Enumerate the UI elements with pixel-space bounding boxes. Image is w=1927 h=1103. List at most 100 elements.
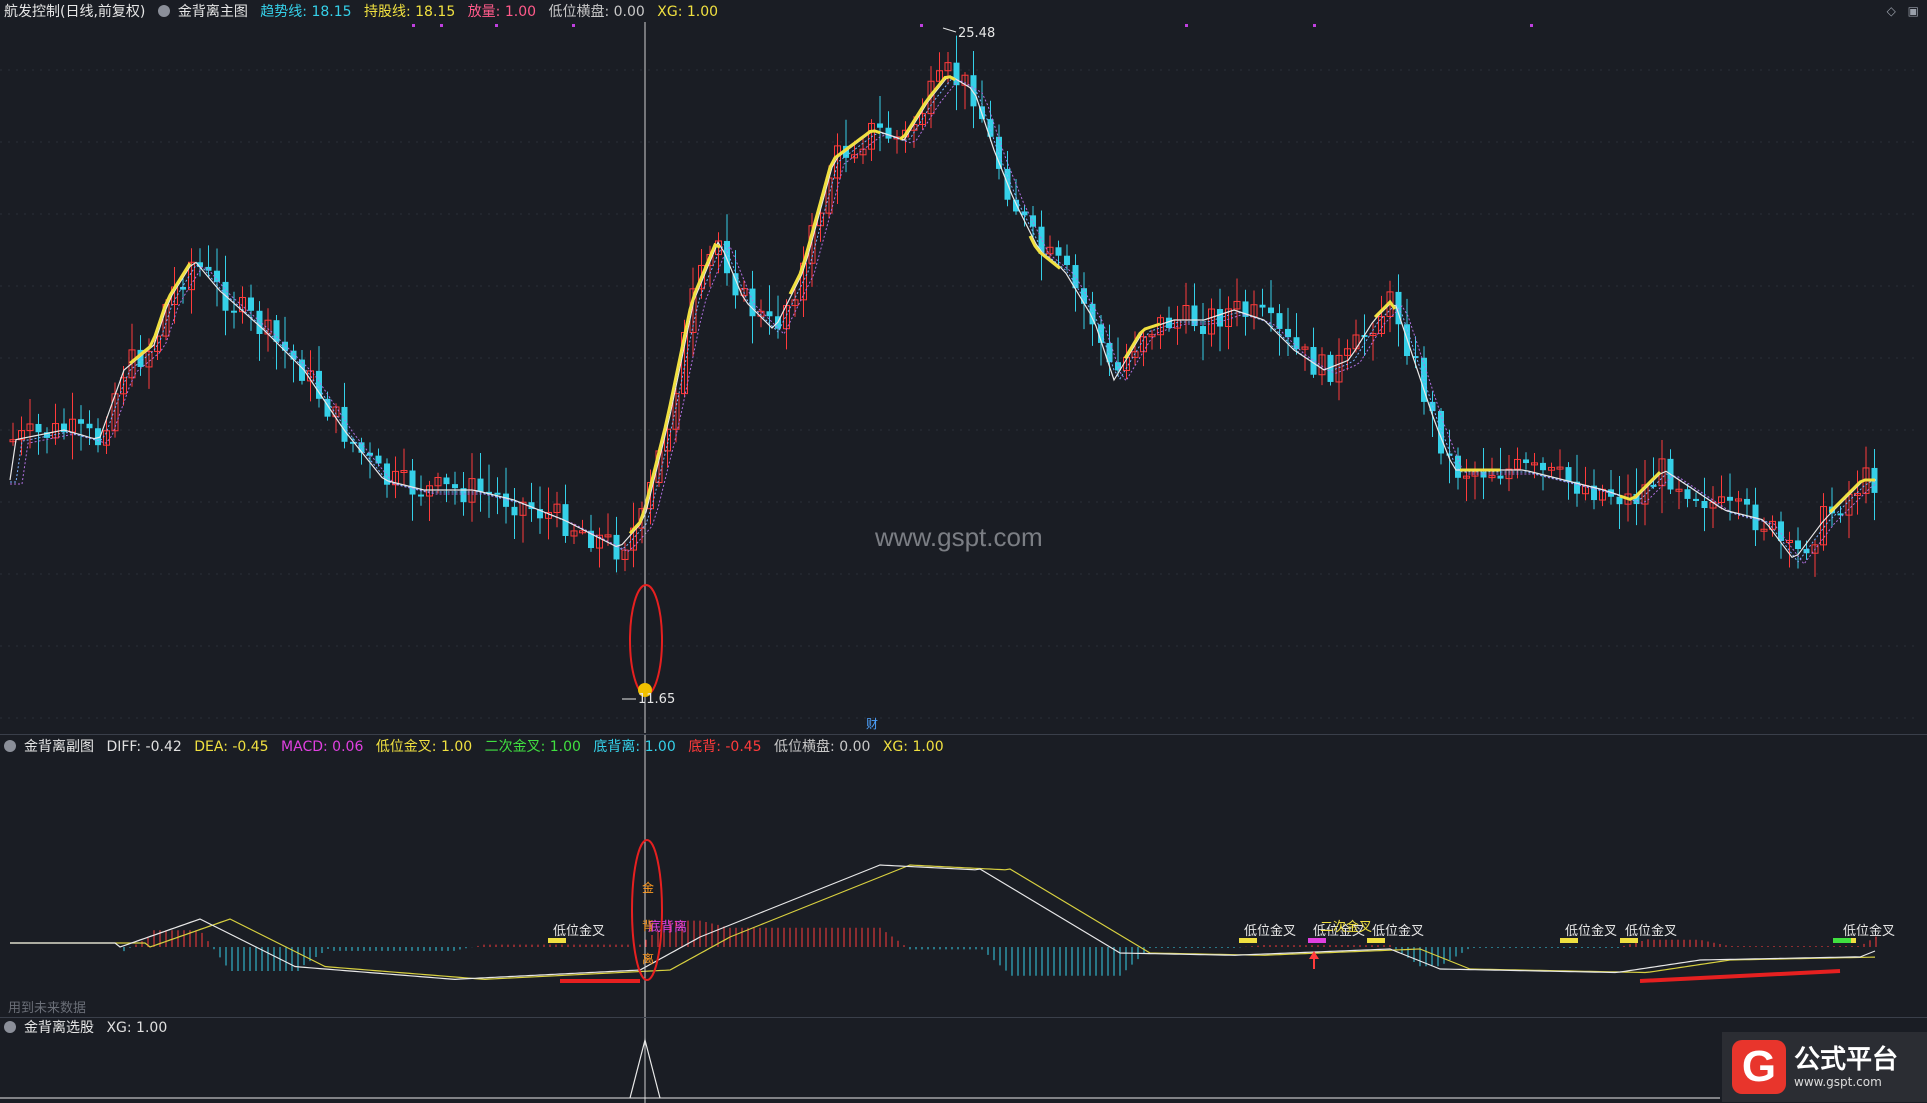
candle-body-down xyxy=(1540,462,1546,471)
signal-char: 金 xyxy=(642,880,654,895)
logo-name: 公式平台 xyxy=(1794,1045,1899,1075)
signal-char: 离 xyxy=(642,951,654,966)
diff-line xyxy=(10,864,1876,981)
candle-body-down xyxy=(749,288,756,317)
candle-body-down xyxy=(1684,489,1691,499)
candle-body-down xyxy=(511,506,518,516)
candle-body-down xyxy=(1480,471,1487,478)
candle-body-down xyxy=(409,470,416,495)
divergence-segment xyxy=(1639,969,1841,983)
candle-body-down xyxy=(180,286,186,290)
gspt-logo: G 公式平台 www.gspt.com xyxy=(1722,1032,1927,1102)
candle-body-down xyxy=(248,297,254,311)
second-cross-label: 二次金叉 xyxy=(1320,919,1372,935)
candle-body-down xyxy=(970,75,977,107)
candle-body-down xyxy=(1650,484,1657,487)
volume-marker xyxy=(920,24,923,27)
cross-label: 低位金叉 xyxy=(1372,923,1424,939)
candle-body-down xyxy=(1276,313,1283,329)
candle-body-down xyxy=(885,127,892,139)
finance-badge[interactable]: 财 xyxy=(866,715,878,732)
candle-body-down xyxy=(1523,459,1529,464)
sub-field: 低位金叉: 1.00 xyxy=(375,739,473,755)
main-indicator-name[interactable]: 金背离主图 xyxy=(178,4,248,20)
volume-marker xyxy=(440,24,443,27)
sub-header: 金背离副图 DIFF: -0.42 DEA: -0.45 MACD: 0.06 … xyxy=(4,737,952,757)
candle-body-down xyxy=(1064,255,1070,266)
stock-pick-pane[interactable]: 金背离选股 XG: 1.00 xyxy=(0,1017,1927,1103)
candle-body-down xyxy=(1030,215,1036,227)
sub-field: 二次金叉: 1.00 xyxy=(484,739,581,755)
cross-label: 低位金叉 xyxy=(1843,923,1895,939)
candle-body-down xyxy=(1803,549,1810,554)
candle-body-down xyxy=(1268,307,1274,314)
candle-body-down xyxy=(367,452,373,456)
low-price-label: 11.65 xyxy=(638,692,675,707)
cross-label: 低位金叉 xyxy=(1625,923,1677,939)
volume-marker xyxy=(1530,24,1533,27)
high-price-pointer xyxy=(942,27,957,33)
diamond-icon[interactable]: ◇ xyxy=(1887,4,1896,18)
sub-indicator-name[interactable]: 金背离副图 xyxy=(24,739,94,755)
candle-body-down xyxy=(477,478,484,492)
logo-url: www.gspt.com xyxy=(1794,1075,1882,1089)
candle-body-down xyxy=(1693,498,1699,501)
candle-body-down xyxy=(452,484,458,489)
watermark: www.gspt.com xyxy=(875,522,1043,552)
candle-body-down xyxy=(443,477,450,485)
pick-field: XG: 1.00 xyxy=(106,1020,168,1036)
main-chart-pane[interactable]: 25.48 11.65 航发控制(日线,前复权) 金背离主图 趋势线: 18.15… xyxy=(0,0,1927,733)
main-header: 航发控制(日线,前复权) 金背离主图 趋势线: 18.15 持股线: 18.15… xyxy=(4,2,726,22)
cross-marker-green xyxy=(1833,938,1851,943)
pick-indicator-name[interactable]: 金背离选股 xyxy=(24,1020,94,1036)
cross-marker-magenta xyxy=(1308,938,1326,943)
ma-line-blue xyxy=(10,77,1876,563)
cross-label: 低位金叉 xyxy=(1565,923,1617,939)
pick-header: 金背离选股 XG: 1.00 xyxy=(4,1018,175,1038)
main-field: 放量: 1.00 xyxy=(467,4,537,20)
candle-body-down xyxy=(231,310,237,313)
logo-mark: G xyxy=(1732,1040,1786,1094)
indicator-settings-icon[interactable] xyxy=(157,5,170,17)
volume-marker xyxy=(572,24,575,27)
indicator-settings-icon[interactable] xyxy=(4,740,16,752)
candle-body-down xyxy=(1021,211,1028,216)
candle-body-down xyxy=(1795,540,1801,550)
cross-label: 低位金叉 xyxy=(1244,923,1296,939)
candle-body-down xyxy=(273,320,280,342)
volume-marker xyxy=(412,24,415,27)
candle-body-down xyxy=(1191,305,1198,327)
cross-label: 低位金叉 xyxy=(553,923,605,939)
maximize-icon[interactable]: ▣ xyxy=(1908,4,1919,18)
main-field: 趋势线: 18.15 xyxy=(260,4,352,20)
candle-body-down xyxy=(766,311,773,317)
sub-field: DIFF: -0.42 xyxy=(106,739,182,755)
stock-title: 航发控制(日线,前复权) xyxy=(4,4,146,20)
macd-pane[interactable]: 低位金叉 低位金叉 低位金叉 低位金叉 低位金叉 低位金叉 低位金叉 二次金叉 底背离金背离 金… xyxy=(0,734,1927,1017)
candle-body-down xyxy=(724,240,730,274)
sub-field: MACD: 0.06 xyxy=(281,739,364,755)
candle-body-down xyxy=(1200,326,1206,334)
high-price-label: 25.48 xyxy=(958,26,995,41)
main-field: 持股线: 18.15 xyxy=(363,4,456,20)
main-chart-canvas[interactable]: 25.48 11.65 xyxy=(0,0,1927,733)
candle-body-down xyxy=(1293,337,1300,350)
candle-body-down xyxy=(1727,496,1733,501)
candle-body-down xyxy=(1701,500,1708,509)
candle-body-down xyxy=(35,423,42,433)
dea-line xyxy=(10,864,1876,981)
pick-chart-canvas[interactable] xyxy=(0,1018,1927,1103)
candle-body-down xyxy=(1744,498,1750,505)
volume-marker xyxy=(1185,24,1188,27)
sub-field: XG: 1.00 xyxy=(882,739,944,755)
indicator-settings-icon[interactable] xyxy=(4,1021,16,1033)
main-field: 低位横盘: 0.00 xyxy=(548,4,645,20)
highlight-ellipse xyxy=(629,584,663,696)
candle-body-down xyxy=(1497,475,1504,479)
candle-body-down xyxy=(86,423,93,429)
volume-marker xyxy=(495,24,498,27)
macd-chart-canvas[interactable]: 低位金叉 低位金叉 低位金叉 低位金叉 低位金叉 低位金叉 低位金叉二次金叉底背离金背离 xyxy=(0,735,1927,1017)
candle-body-down xyxy=(953,62,960,86)
candle-body-down xyxy=(78,419,84,424)
sub-field: 底背: -0.45 xyxy=(688,739,762,755)
